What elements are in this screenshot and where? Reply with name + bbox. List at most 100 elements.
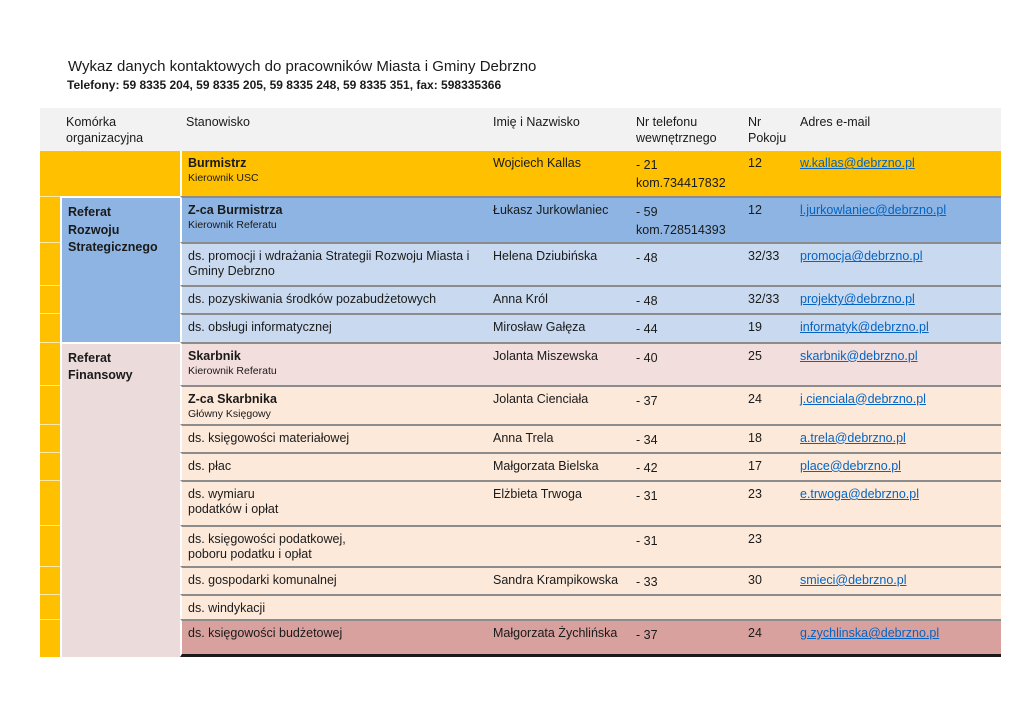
- table-row: ds. księgowości podatkowej, poboru podat…: [40, 525, 1001, 566]
- name-cell: Jolanta Cienciała: [487, 385, 630, 424]
- table-row: ds. pozyskiwania środków pozabudżetowych…: [40, 285, 1001, 313]
- position-cell: ds. płac: [180, 452, 487, 480]
- unit-group-cell: Referat Finansowy: [60, 342, 180, 658]
- accent-strip-cell: [40, 242, 60, 285]
- email-cell: l.jurkowlaniec@debrzno.pl: [794, 196, 1001, 242]
- email-link[interactable]: e.trwoga@debrzno.pl: [800, 487, 919, 501]
- phone-cell: - 48: [630, 242, 742, 285]
- phone-cell: - 42: [630, 452, 742, 480]
- email-link[interactable]: informatyk@debrzno.pl: [800, 320, 929, 334]
- name-cell: Elżbieta Trwoga: [487, 480, 630, 525]
- table-row: ds. windykacji: [40, 594, 1001, 619]
- position-cell: ds. gospodarki komunalnej: [180, 566, 487, 594]
- email-cell: [794, 594, 1001, 619]
- table-row: ds. gospodarki komunalnej Sandra Krampik…: [40, 566, 1001, 594]
- name-cell: Anna Król: [487, 285, 630, 313]
- accent-strip-cell: [40, 196, 60, 242]
- position-title: Z-ca Skarbnika: [188, 392, 481, 407]
- position-title: ds. księgowości budżetowej: [188, 626, 481, 641]
- room-cell: 32/33: [742, 285, 794, 313]
- name-cell: Helena Dziubińska: [487, 242, 630, 285]
- position-title: ds. płac: [188, 459, 481, 474]
- table-row: ds. księgowości materiałowej Anna Trela …: [40, 424, 1001, 452]
- position-title: Burmistrz: [188, 156, 481, 171]
- room-cell: 12: [742, 151, 794, 196]
- room-cell: 32/33: [742, 242, 794, 285]
- email-cell: place@debrzno.pl: [794, 452, 1001, 480]
- email-link[interactable]: skarbnik@debrzno.pl: [800, 349, 918, 363]
- name-cell: Mirosław Gałęza: [487, 313, 630, 341]
- accent-strip-cell: [40, 525, 60, 566]
- email-link[interactable]: a.trela@debrzno.pl: [800, 431, 906, 445]
- room-cell: 24: [742, 385, 794, 424]
- position-cell: ds. obsługi informatycznej: [180, 313, 487, 341]
- room-cell: 25: [742, 342, 794, 385]
- room-cell: 17: [742, 452, 794, 480]
- col-header-name: Imię i Nazwisko: [487, 108, 630, 151]
- email-cell: w.kallas@debrzno.pl: [794, 151, 1001, 196]
- name-cell: [487, 525, 630, 566]
- position-subtitle: Główny Księgowy: [188, 408, 481, 421]
- email-cell: smieci@debrzno.pl: [794, 566, 1001, 594]
- position-cell: ds. windykacji: [180, 594, 487, 619]
- email-link[interactable]: smieci@debrzno.pl: [800, 573, 906, 587]
- col-header-unit: Komórka organizacyjna: [60, 108, 180, 151]
- table-header-row: Komórka organizacyjna Stanowisko Imię i …: [40, 108, 1001, 151]
- email-link[interactable]: j.cienciala@debrzno.pl: [800, 392, 926, 406]
- phone-cell: - 34: [630, 424, 742, 452]
- name-cell: Łukasz Jurkowlaniec: [487, 196, 630, 242]
- document-page: Wykaz danych kontaktowych do pracowników…: [0, 0, 1024, 724]
- email-cell: projekty@debrzno.pl: [794, 285, 1001, 313]
- position-title: ds. księgowości podatkowej, poboru podat…: [188, 532, 481, 562]
- email-link[interactable]: projekty@debrzno.pl: [800, 292, 915, 306]
- position-cell: ds. wymiaru podatków i opłat: [180, 480, 487, 525]
- header-strip-cell: [40, 108, 60, 151]
- phone-cell: - 21 kom.734417832: [630, 151, 742, 196]
- col-header-email: Adres e-mail: [794, 108, 1001, 151]
- position-title: ds. promocji i wdrażania Strategii Rozwo…: [188, 249, 481, 279]
- name-cell: Sandra Krampikowska: [487, 566, 630, 594]
- email-link[interactable]: place@debrzno.pl: [800, 459, 901, 473]
- position-title: Skarbnik: [188, 349, 481, 364]
- contacts-table: Komórka organizacyjna Stanowisko Imię i …: [40, 108, 1001, 657]
- table-row: ds. promocji i wdrażania Strategii Rozwo…: [40, 242, 1001, 285]
- table-row: Z-ca Skarbnika Główny Księgowy Jolanta C…: [40, 385, 1001, 424]
- room-cell: 24: [742, 619, 794, 657]
- table-row: Referat Finansowy Skarbnik Kierownik Ref…: [40, 342, 1001, 385]
- phone-cell: - 37: [630, 385, 742, 424]
- name-cell: [487, 594, 630, 619]
- phone-cell: - 44: [630, 313, 742, 341]
- room-cell: 19: [742, 313, 794, 341]
- accent-strip-cell: [40, 566, 60, 594]
- email-link[interactable]: g.zychlinska@debrzno.pl: [800, 626, 939, 640]
- email-cell: skarbnik@debrzno.pl: [794, 342, 1001, 385]
- room-cell: 12: [742, 196, 794, 242]
- table-row: ds. księgowości budżetowej Małgorzata Ży…: [40, 619, 1001, 657]
- position-cell: Z-ca Burmistrza Kierownik Referatu: [180, 196, 487, 242]
- email-link[interactable]: w.kallas@debrzno.pl: [800, 156, 915, 170]
- position-subtitle: Kierownik Referatu: [188, 219, 481, 232]
- col-header-position: Stanowisko: [180, 108, 487, 151]
- phone-cell: - 40: [630, 342, 742, 385]
- position-subtitle: Kierownik USC: [188, 172, 481, 185]
- accent-strip-cell: [40, 480, 60, 525]
- position-cell: ds. księgowości materiałowej: [180, 424, 487, 452]
- col-header-room: Nr Pokoju: [742, 108, 794, 151]
- unit-group-cell: Referat Rozwoju Strategicznego: [60, 196, 180, 342]
- phone-cell: - 33: [630, 566, 742, 594]
- page-title: Wykaz danych kontaktowych do pracowników…: [68, 58, 536, 75]
- name-cell: Jolanta Miszewska: [487, 342, 630, 385]
- position-subtitle: Kierownik Referatu: [188, 365, 481, 378]
- name-cell: Wojciech Kallas: [487, 151, 630, 196]
- accent-strip-cell: [40, 313, 60, 341]
- position-cell: Z-ca Skarbnika Główny Księgowy: [180, 385, 487, 424]
- table-row: Referat Rozwoju Strategicznego Z-ca Burm…: [40, 196, 1001, 242]
- table-row: Burmistrz Kierownik USC Wojciech Kallas …: [40, 151, 1001, 196]
- email-link[interactable]: promocja@debrzno.pl: [800, 249, 922, 263]
- name-cell: Anna Trela: [487, 424, 630, 452]
- email-cell: [794, 525, 1001, 566]
- email-link[interactable]: l.jurkowlaniec@debrzno.pl: [800, 203, 946, 217]
- accent-strip-cell: [40, 285, 60, 313]
- position-cell: ds. promocji i wdrażania Strategii Rozwo…: [180, 242, 487, 285]
- accent-strip-cell: [40, 594, 60, 619]
